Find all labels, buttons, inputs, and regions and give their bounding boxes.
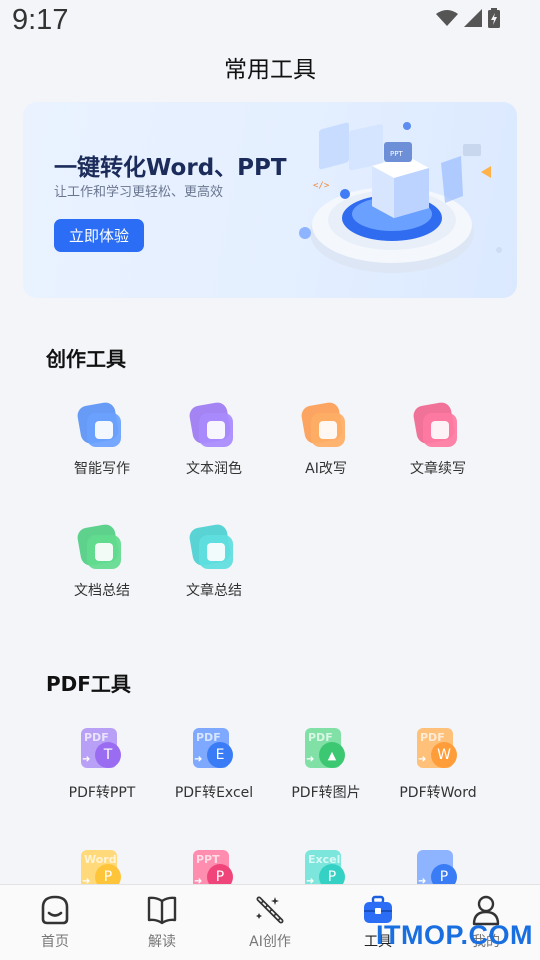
tool-label: AI改写 bbox=[305, 461, 347, 477]
banner-subtitle: 让工作和学习更轻松、更高效 bbox=[54, 185, 224, 200]
tool-pdf-to-image[interactable]: PDF ▲ ➜ PDF转图片 bbox=[276, 728, 376, 802]
tool-label: 文档总结 bbox=[74, 583, 130, 599]
section-title-pdf: PDF工具 bbox=[46, 672, 131, 696]
tool-label: 文本润色 bbox=[186, 461, 242, 477]
book-icon bbox=[147, 896, 177, 925]
nav-ai-create[interactable]: AI创作 bbox=[230, 893, 310, 951]
status-bar: 9:17 bbox=[0, 0, 540, 44]
promo-banner[interactable]: 一键转化Word、PPT 让工作和学习更轻松、更高效 立即体验 PPT </> bbox=[23, 102, 517, 298]
tool-label: 智能写作 bbox=[74, 461, 130, 477]
magic-wand-icon bbox=[256, 896, 284, 924]
pdf-to-excel-icon: PDF E ➜ bbox=[191, 728, 237, 774]
tool-text-polish[interactable]: 文本润色 bbox=[164, 400, 264, 478]
article-summary-icon bbox=[187, 522, 237, 572]
nav-label: AI创作 bbox=[249, 934, 291, 950]
page-title: 常用工具 bbox=[224, 57, 316, 83]
svg-text:PPT: PPT bbox=[390, 150, 403, 158]
tool-article-summary[interactable]: 文章总结 bbox=[164, 522, 264, 600]
tool-doc-summary[interactable]: 文档总结 bbox=[52, 522, 152, 600]
tool-article-continue[interactable]: 文章续写 bbox=[388, 400, 488, 478]
section-title-creation: 创作工具 bbox=[46, 347, 126, 371]
battery-icon bbox=[488, 8, 500, 28]
tool-pdf-to-word[interactable]: PDF W ➜ PDF转Word bbox=[388, 728, 488, 802]
tool-pdf-to-ppt[interactable]: PDF T ➜ PDF转PPT bbox=[52, 728, 152, 802]
nav-label: 解读 bbox=[148, 934, 176, 950]
doc-summary-icon bbox=[75, 522, 125, 572]
pdf-to-image-icon: PDF ▲ ➜ bbox=[303, 728, 349, 774]
banner-illustration: PPT </> bbox=[299, 122, 502, 273]
nav-label: 首页 bbox=[41, 934, 69, 950]
wifi-icon bbox=[436, 10, 458, 26]
tool-ai-rewrite[interactable]: AI改写 bbox=[276, 400, 376, 478]
tool-smart-writing[interactable]: 智能写作 bbox=[52, 400, 152, 478]
banner-title: 一键转化Word、PPT bbox=[54, 155, 287, 181]
status-icons bbox=[436, 8, 500, 28]
nav-home[interactable]: 首页 bbox=[15, 893, 95, 951]
pen-icon bbox=[75, 400, 125, 450]
tool-label: 文章总结 bbox=[186, 583, 242, 599]
try-now-button[interactable]: 立即体验 bbox=[54, 219, 144, 252]
tool-label: 文章续写 bbox=[410, 461, 466, 477]
watermark: ITMOP.COM bbox=[376, 920, 534, 950]
status-time: 9:17 bbox=[12, 4, 69, 36]
sparkle-brush-icon bbox=[187, 400, 237, 450]
tool-label: PDF转图片 bbox=[291, 785, 361, 801]
tool-label: PDF转Word bbox=[399, 785, 477, 801]
pdf-to-word-icon: PDF W ➜ bbox=[415, 728, 461, 774]
tool-pdf-to-excel[interactable]: PDF E ➜ PDF转Excel bbox=[164, 728, 264, 802]
home-face-icon bbox=[41, 895, 69, 925]
tool-label: PDF转Excel bbox=[174, 785, 254, 801]
brush-icon bbox=[411, 400, 461, 450]
signal-icon bbox=[464, 9, 482, 27]
nav-interpret[interactable]: 解读 bbox=[122, 893, 202, 951]
pdf-to-ppt-icon: PDF T ➜ bbox=[79, 728, 125, 774]
tool-label: PDF转PPT bbox=[68, 785, 136, 801]
eraser-icon bbox=[299, 400, 349, 450]
svg-text:</>: </> bbox=[313, 181, 330, 191]
